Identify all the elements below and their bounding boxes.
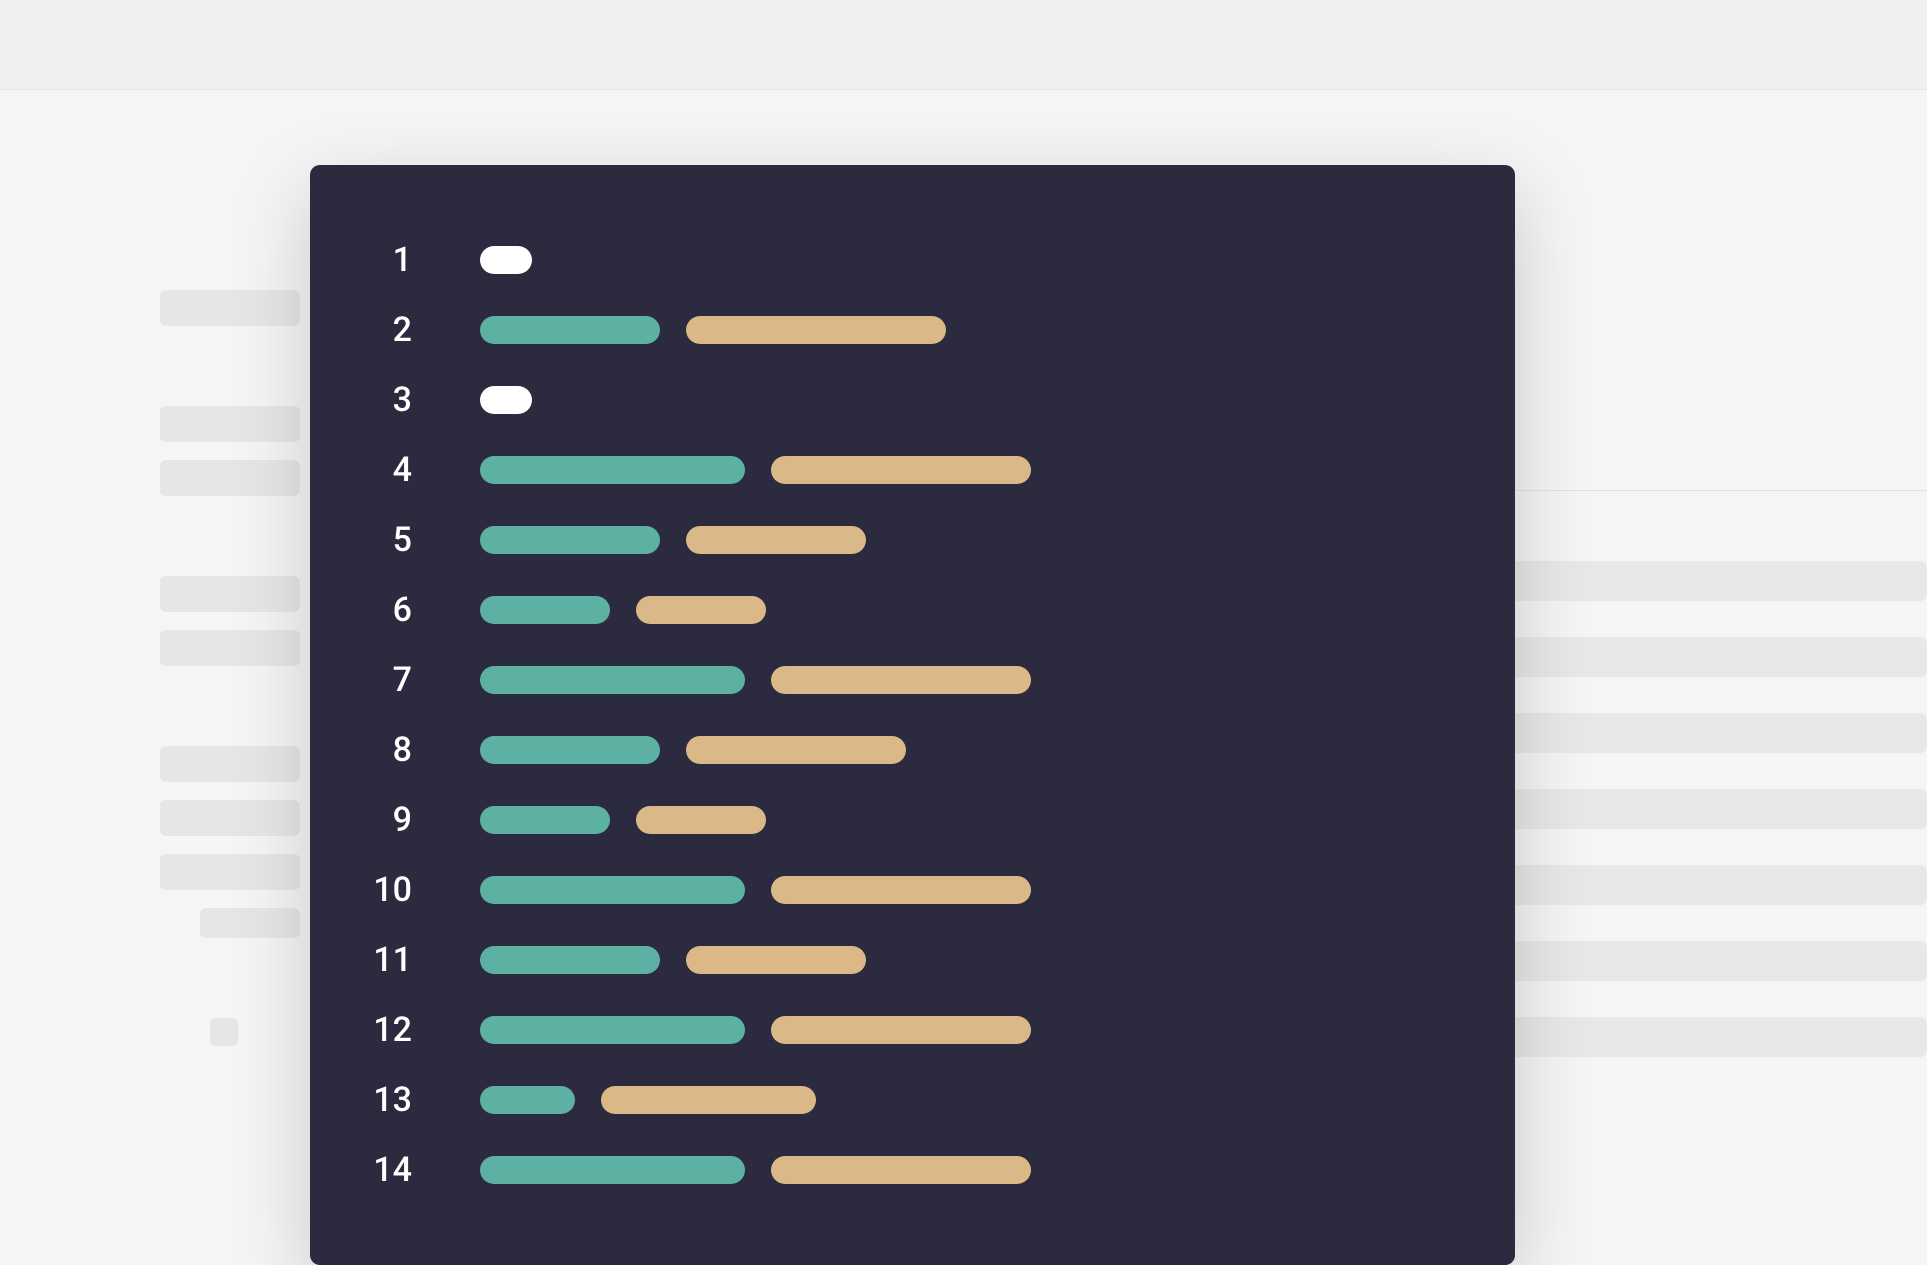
code-token	[480, 456, 745, 484]
code-line[interactable]: 7	[350, 645, 1475, 715]
code-line[interactable]: 9	[350, 785, 1475, 855]
code-token	[771, 1016, 1031, 1044]
code-token	[480, 246, 532, 274]
line-number: 14	[350, 1150, 420, 1190]
code-tokens	[480, 246, 532, 274]
code-token	[601, 1086, 816, 1114]
sidebar-item[interactable]	[160, 406, 300, 442]
line-number: 8	[350, 730, 420, 770]
code-tokens	[480, 1156, 1031, 1184]
sidebar-item[interactable]	[160, 576, 300, 612]
code-token	[480, 386, 532, 414]
code-line[interactable]: 14	[350, 1135, 1475, 1205]
line-number: 12	[350, 1010, 420, 1050]
line-number: 11	[350, 940, 420, 980]
code-tokens	[480, 526, 866, 554]
code-token	[480, 666, 745, 694]
top-bar	[0, 0, 1927, 90]
sidebar-group	[160, 746, 310, 938]
code-token	[480, 1016, 745, 1044]
line-number: 4	[350, 450, 420, 490]
code-tokens	[480, 1016, 1031, 1044]
sidebar-item[interactable]	[160, 800, 300, 836]
sidebar-group	[160, 406, 310, 496]
code-token	[480, 526, 660, 554]
line-number: 5	[350, 520, 420, 560]
line-number: 1	[350, 240, 420, 280]
code-token	[636, 596, 766, 624]
code-line[interactable]: 6	[350, 575, 1475, 645]
sidebar-item[interactable]	[200, 908, 300, 938]
sidebar-item[interactable]	[160, 746, 300, 782]
line-number: 3	[350, 380, 420, 420]
line-number: 6	[350, 590, 420, 630]
code-token	[480, 946, 660, 974]
code-tokens	[480, 596, 766, 624]
code-line[interactable]: 8	[350, 715, 1475, 785]
sidebar-item[interactable]	[210, 1018, 238, 1046]
line-number: 9	[350, 800, 420, 840]
sidebar-item[interactable]	[160, 630, 300, 666]
code-editor[interactable]: 1234567891011121314	[310, 165, 1515, 1265]
code-line[interactable]: 5	[350, 505, 1475, 575]
sidebar-item[interactable]	[160, 460, 300, 496]
line-number: 7	[350, 660, 420, 700]
sidebar-group	[160, 290, 310, 326]
code-token	[771, 1156, 1031, 1184]
code-token	[686, 946, 866, 974]
code-token	[480, 806, 610, 834]
line-number: 10	[350, 870, 420, 910]
code-line[interactable]: 11	[350, 925, 1475, 995]
code-tokens	[480, 946, 866, 974]
sidebar-item[interactable]	[160, 290, 300, 326]
sidebar	[0, 90, 340, 1156]
code-tokens	[480, 736, 906, 764]
sidebar-item[interactable]	[160, 854, 300, 890]
code-token	[771, 666, 1031, 694]
code-token	[480, 736, 660, 764]
code-line[interactable]: 3	[350, 365, 1475, 435]
code-line[interactable]: 10	[350, 855, 1475, 925]
line-number: 2	[350, 310, 420, 350]
code-tokens	[480, 666, 1031, 694]
code-tokens	[480, 806, 766, 834]
code-tokens	[480, 386, 532, 414]
code-tokens	[480, 456, 1031, 484]
code-token	[480, 876, 745, 904]
line-number: 13	[350, 1080, 420, 1120]
code-line[interactable]: 4	[350, 435, 1475, 505]
code-line[interactable]: 12	[350, 995, 1475, 1065]
code-tokens	[480, 876, 1031, 904]
code-line[interactable]: 13	[350, 1065, 1475, 1135]
code-token	[480, 596, 610, 624]
code-token	[480, 316, 660, 344]
code-token	[771, 876, 1031, 904]
code-token	[480, 1086, 575, 1114]
code-tokens	[480, 316, 946, 344]
code-token	[686, 316, 946, 344]
code-token	[771, 456, 1031, 484]
code-token	[636, 806, 766, 834]
code-line[interactable]: 2	[350, 295, 1475, 365]
code-token	[686, 526, 866, 554]
sidebar-group	[160, 576, 310, 666]
sidebar-group	[160, 1018, 310, 1046]
code-line[interactable]: 1	[350, 225, 1475, 295]
code-tokens	[480, 1086, 816, 1114]
code-token	[686, 736, 906, 764]
code-token	[480, 1156, 745, 1184]
